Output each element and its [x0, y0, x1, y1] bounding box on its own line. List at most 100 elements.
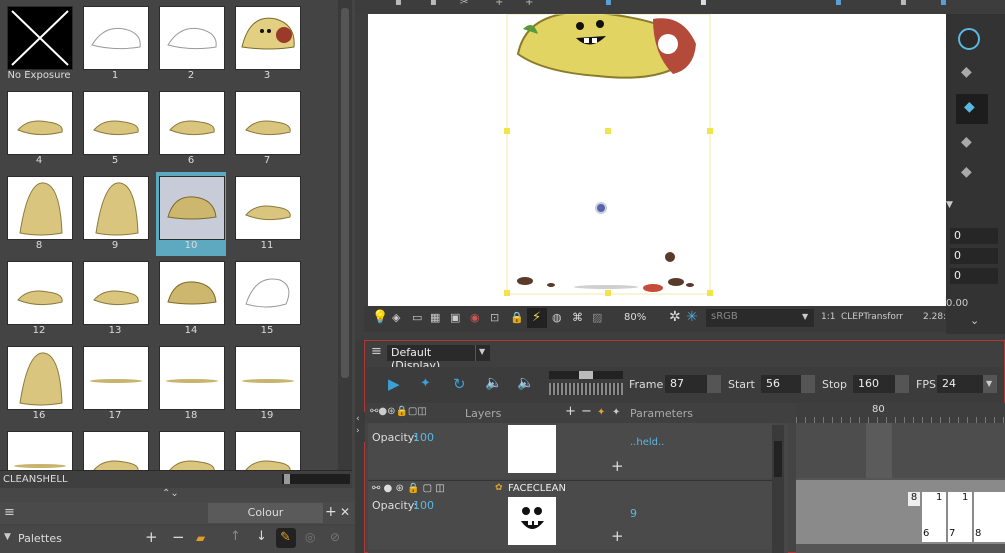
add-param-icon[interactable]: + — [611, 457, 624, 475]
top-tool-icon[interactable]: ▪ — [940, 0, 947, 8]
layers-icon[interactable]: ◈ — [392, 311, 400, 324]
frame-icon[interactable]: ▭ — [412, 311, 422, 324]
slider-handle[interactable] — [284, 474, 290, 484]
level-cell[interactable]: 10 — [156, 172, 226, 256]
chevron-right-icon[interactable]: › — [356, 426, 360, 436]
speed-slider[interactable] — [549, 371, 623, 397]
opacity-value[interactable]: 100 — [413, 431, 434, 444]
timeline-ruler[interactable]: 80 — [796, 403, 1005, 423]
layer-stack-icon[interactable]: ◆ — [961, 164, 972, 180]
level-cell[interactable]: 6 — [156, 87, 226, 171]
safe-area-icon[interactable]: ▣ — [450, 311, 460, 324]
folder-icon[interactable]: ▰ — [196, 531, 205, 545]
timeline-menu-icon[interactable]: ≡ — [371, 344, 382, 359]
camera-icon[interactable]: ◍ — [552, 311, 562, 324]
grid-icon[interactable]: ▦ — [430, 311, 440, 324]
add-param-icon[interactable]: + — [611, 527, 624, 545]
transform-x-field[interactable]: 0 — [950, 228, 998, 244]
stop-stepper[interactable] — [895, 375, 909, 393]
remove-palette-icon[interactable]: − — [172, 528, 185, 546]
expand-down-icon[interactable]: ⌄ — [970, 314, 979, 327]
chevron-left-icon[interactable]: ‹ — [356, 414, 360, 424]
level-cell[interactable]: 19 — [232, 342, 302, 426]
collapse-arrows-icon[interactable]: ⌃⌄ — [162, 488, 179, 499]
level-cell[interactable]: 13 — [80, 257, 150, 341]
display-select[interactable]: Default (Display) — [387, 345, 483, 372]
layer-visibility-icons[interactable]: ⚯ ● ⊛ 🔒 ▢ ◫ — [372, 483, 445, 494]
collapse-down-icon[interactable]: ▼ — [946, 200, 953, 210]
sound-scrub-icon[interactable]: 🔈 — [517, 375, 534, 391]
cut-icon[interactable]: ✂ — [460, 0, 468, 8]
track-row[interactable] — [796, 423, 1005, 478]
level-cell[interactable]: 2 — [156, 2, 226, 86]
lock-icon[interactable]: 🔒 — [510, 311, 524, 324]
fps-input[interactable]: 24 — [937, 375, 983, 393]
layer-row[interactable]: Opacity: 100 ..held.. + — [368, 423, 772, 478]
level-cell[interactable]: No Exposure — [4, 2, 74, 86]
brush-preview-icon[interactable]: ⌘ — [572, 311, 583, 324]
level-cell[interactable]: 17 — [80, 342, 150, 426]
layer-effect-icon[interactable]: ✦ — [612, 407, 620, 418]
transform-y-field[interactable]: 0 — [950, 248, 998, 264]
stop-input[interactable]: 160 — [853, 375, 895, 393]
track-row-exposures[interactable]: 8 1 6 1 7 8 — [796, 480, 1005, 544]
level-strip-scrollbar[interactable] — [338, 0, 352, 470]
exposure-cell[interactable]: 8 — [908, 492, 920, 506]
level-cell[interactable]: 1 — [80, 2, 150, 86]
display-dropdown-button[interactable]: ▼ — [475, 345, 490, 361]
top-tool-icon[interactable]: ▪ — [395, 0, 402, 8]
start-stepper[interactable] — [801, 375, 815, 393]
layers-scrollbar[interactable] — [772, 425, 784, 553]
level-cell[interactable] — [156, 427, 226, 470]
remove-layer-icon[interactable]: − — [581, 404, 592, 419]
active-layer-stack-button[interactable]: ◆ — [956, 94, 988, 124]
level-cell[interactable]: 11 — [232, 172, 302, 256]
exposure-cell-frame[interactable]: 1 7 — [948, 492, 972, 542]
color-wheel-icon[interactable]: ✳ — [686, 309, 698, 325]
layer-stack-icon[interactable]: ◆ — [961, 134, 972, 150]
color-space-select[interactable]: sRGB ▼ — [706, 309, 814, 327]
layer-effect-icon[interactable]: ✦ — [597, 407, 605, 418]
level-cell[interactable]: 9 — [80, 172, 150, 256]
close-tab-icon[interactable]: ✕ — [340, 505, 350, 519]
level-cell[interactable]: 5 — [80, 87, 150, 171]
layer-param[interactable]: 9 — [630, 507, 637, 520]
frame-stepper[interactable] — [707, 375, 721, 393]
palettes-expand-icon[interactable]: ▼ — [4, 532, 11, 542]
level-cell[interactable] — [232, 427, 302, 470]
onion-icon[interactable]: ◉ — [470, 311, 480, 324]
level-cell[interactable]: 4 — [4, 87, 74, 171]
lightbulb-icon[interactable]: 💡 — [372, 310, 388, 325]
add-icon[interactable]: + — [495, 0, 503, 8]
layer-row[interactable]: ⚯ ● ⊛ 🔒 ▢ ◫ ✿ FACECLEAN Opacity: 100 9 + — [368, 480, 772, 549]
lightning-button[interactable]: ⚡ — [527, 308, 547, 328]
move-up-icon[interactable]: ↑ — [230, 529, 241, 544]
layer-stack-icon[interactable]: ◆ — [961, 64, 972, 80]
top-tool-icon[interactable]: ▪ — [605, 0, 612, 8]
add-layer-icon[interactable]: + — [565, 404, 576, 419]
link-icon[interactable]: ◎ — [305, 530, 315, 544]
start-input[interactable]: 56 — [761, 375, 801, 393]
zoom-value[interactable]: 80% — [624, 312, 646, 323]
add-icon[interactable]: + — [525, 0, 533, 8]
panel-collapse-arrows[interactable]: ‹ › — [355, 412, 365, 442]
level-cell[interactable] — [4, 427, 74, 470]
scrollbar-thumb[interactable] — [341, 8, 349, 378]
layer-param[interactable]: ..held.. — [630, 437, 664, 448]
level-cell[interactable]: 18 — [156, 342, 226, 426]
level-cell[interactable]: 15 — [232, 257, 302, 341]
layer-name[interactable]: FACECLEAN — [508, 483, 566, 494]
settings-gear-icon[interactable]: ✲ — [669, 309, 681, 325]
level-cell[interactable]: 3 — [232, 2, 302, 86]
opacity-value[interactable]: 100 — [413, 499, 434, 512]
splitter-bar[interactable]: ⌃⌄ — [0, 488, 355, 502]
add-tab-icon[interactable]: + — [325, 504, 337, 520]
fps-dropdown[interactable]: ▼ — [983, 375, 997, 393]
preview-icon[interactable]: ▨ — [592, 311, 602, 324]
level-cell[interactable]: 16 — [4, 342, 74, 426]
level-cell[interactable] — [80, 427, 150, 470]
eye-icon[interactable] — [958, 28, 980, 50]
top-tool-icon[interactable]: ▪ — [700, 0, 707, 8]
slider-handle[interactable] — [579, 371, 593, 379]
level-cell[interactable]: 8 — [4, 172, 74, 256]
